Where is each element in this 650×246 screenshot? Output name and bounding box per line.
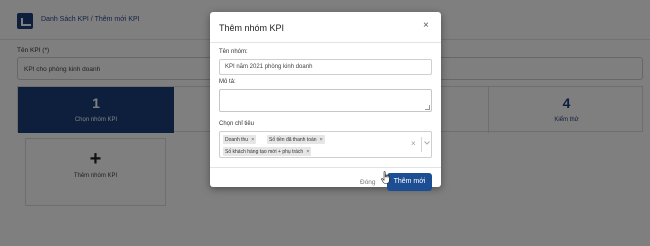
criteria-multiselect[interactable]: Doanh thu × Số tiền đã thanh toán × Số k… [219, 131, 432, 158]
resize-handle-icon[interactable] [425, 105, 430, 110]
submit-add-button[interactable]: Thêm mới [387, 173, 432, 191]
hand-cursor-icon [381, 171, 390, 184]
clear-selection-icon[interactable]: × [411, 139, 416, 148]
close-icon[interactable]: × [423, 21, 429, 31]
select-divider [421, 137, 422, 152]
add-kpi-group-modal: Thêm nhóm KPI × Tên nhóm: KPI năm 2021 p… [210, 12, 441, 191]
group-name-input[interactable]: KPI năm 2021 phòng kinh doanh [219, 59, 432, 75]
criteria-tag-label: Số khách hàng tạo mới + phụ trách [225, 148, 304, 155]
remove-tag-icon[interactable]: × [320, 137, 323, 143]
modal-header: Thêm nhóm KPI × [210, 12, 441, 43]
criteria-label: Chọn chỉ tiêu [219, 121, 255, 127]
close-button[interactable]: Đóng [360, 179, 376, 186]
description-textarea[interactable] [219, 89, 432, 112]
criteria-tag: Doanh thu × [223, 135, 257, 144]
description-label: Mô tả: [219, 79, 236, 85]
criteria-tag-label: Doanh thu [225, 136, 249, 143]
modal-footer-divider [210, 167, 441, 168]
modal-title: Thêm nhóm KPI [219, 23, 285, 33]
remove-tag-icon[interactable]: × [251, 137, 254, 143]
group-name-label: Tên nhóm: [219, 49, 248, 55]
criteria-tag-label: Số tiền đã thanh toán [269, 136, 317, 143]
criteria-tag: Số khách hàng tạo mới + phụ trách × [223, 147, 312, 156]
remove-tag-icon[interactable]: × [306, 149, 309, 155]
criteria-tag: Số tiền đã thanh toán × [267, 135, 325, 144]
chevron-down-icon[interactable] [424, 140, 430, 146]
